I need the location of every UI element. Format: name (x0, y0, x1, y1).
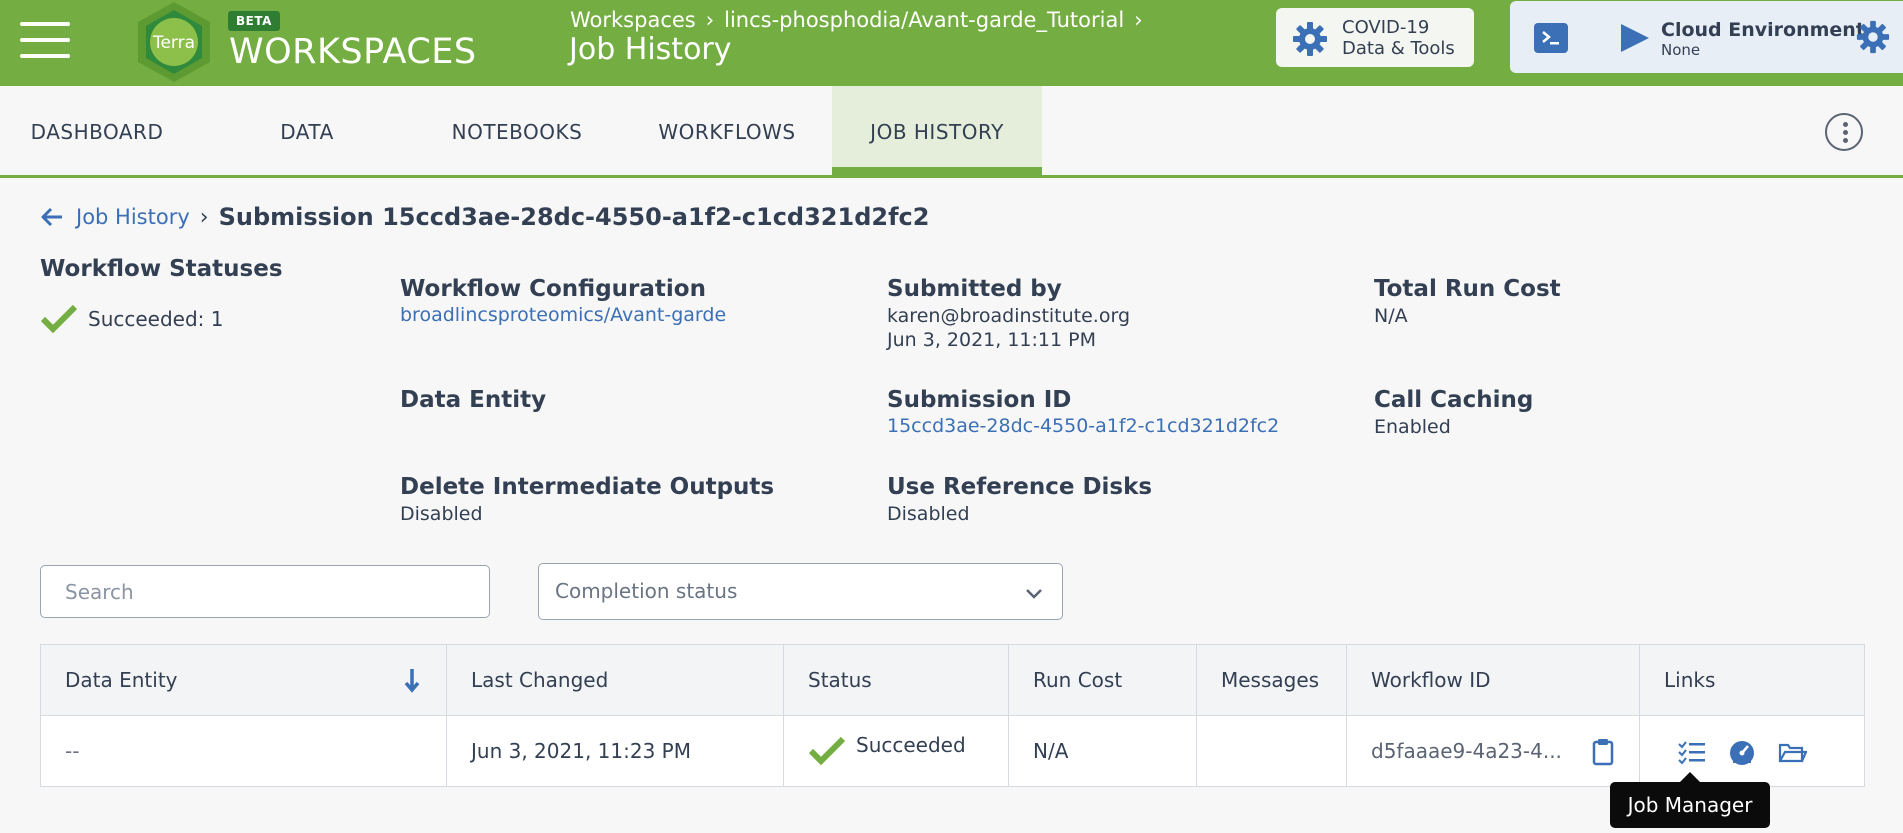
job-manager-icon[interactable] (1677, 737, 1707, 767)
column-header-run-cost[interactable]: Run Cost (1009, 645, 1122, 716)
clipboard-icon[interactable] (1588, 737, 1618, 767)
submitted-date: Jun 3, 2021, 11:11 PM (887, 329, 1096, 351)
breadcrumb-workspaces-link[interactable]: Workspaces (570, 8, 696, 32)
beta-badge: BETA (228, 11, 280, 31)
completion-status-select[interactable]: Completion status (538, 563, 1063, 620)
play-icon[interactable] (1617, 21, 1651, 55)
cell-last-changed: Jun 3, 2021, 11:23 PM (471, 739, 691, 763)
use-reference-disks-label: Use Reference Disks (887, 474, 1153, 500)
breadcrumb-chevron-icon: › (199, 204, 209, 230)
cloud-environment-status: None (1661, 41, 1701, 59)
workflows-table: Data Entity Last Changed Status Run Cost… (40, 644, 1865, 787)
job-manager-tooltip: Job Manager (1610, 772, 1770, 828)
search-input[interactable] (40, 565, 490, 618)
completion-status-placeholder: Completion status (555, 579, 738, 603)
breadcrumb-chevron-icon: › (705, 8, 715, 32)
breadcrumb: Job History › Submission 15ccd3ae-28dc-4… (40, 202, 929, 232)
submitted-by-label: Submitted by (887, 276, 1062, 302)
terminal-icon[interactable] (1534, 23, 1568, 53)
submission-id-label: Submission ID (887, 387, 1072, 413)
call-caching-label: Call Caching (1374, 387, 1534, 413)
hamburger-menu-icon[interactable] (20, 16, 70, 64)
submission-title: Submission 15ccd3ae-28dc-4550-a1f2-c1cd3… (218, 203, 930, 231)
covid-button-label: COVID-19 Data & Tools (1342, 17, 1455, 59)
column-header-links: Links (1664, 668, 1716, 692)
call-caching-value: Enabled (1374, 416, 1451, 438)
more-options-icon[interactable] (1825, 113, 1863, 151)
cloud-environment-panel: Cloud Environment None (1510, 1, 1903, 73)
column-header-last-changed[interactable]: Last Changed (447, 645, 608, 716)
tab-workflows[interactable]: WORKFLOWS (630, 86, 824, 175)
folder-open-icon[interactable] (1777, 737, 1807, 767)
top-header: Terra BETA WORKSPACES Workspaces › lincs-p… (0, 0, 1903, 86)
terra-logo[interactable]: Terra (132, 0, 216, 84)
cell-run-cost: N/A (1033, 739, 1069, 763)
total-run-cost-value: N/A (1374, 305, 1408, 327)
breadcrumb-chevron-icon: › (1134, 8, 1143, 32)
logo-text: Terra (152, 33, 195, 53)
check-icon (808, 736, 846, 766)
delete-intermediate-outputs-value: Disabled (400, 503, 483, 525)
sort-descending-icon[interactable] (403, 667, 421, 693)
data-entity-label: Data Entity (400, 387, 547, 413)
submitted-by-email: karen@broadinstitute.org (887, 305, 1131, 327)
total-run-cost-label: Total Run Cost (1374, 276, 1561, 302)
tab-notebooks[interactable]: NOTEBOOKS (420, 86, 614, 175)
covid-data-tools-button[interactable]: COVID-19 Data & Tools (1276, 8, 1474, 67)
status-text: Succeeded (856, 733, 966, 757)
succeeded-count: Succeeded: 1 (40, 304, 224, 334)
header-breadcrumb: Workspaces › lincs-phosphodia/Avant-garde_… (570, 8, 1153, 32)
column-header-messages[interactable]: Messages (1197, 645, 1319, 716)
submission-id-link[interactable]: 15ccd3ae-28dc-4550-a1f2-c1cd321d2fc2 (887, 415, 1352, 437)
back-arrow-icon[interactable] (40, 205, 64, 229)
table-header: Data Entity Last Changed Status Run Cost… (41, 645, 1864, 716)
cell-messages (1197, 716, 1221, 786)
tab-job-history[interactable]: JOB HISTORY (832, 86, 1042, 175)
settings-gear-icon[interactable] (1855, 19, 1891, 55)
workflow-configuration-link[interactable]: broadlincsproteomics/Avant-garde (400, 304, 726, 326)
breadcrumb-job-history-link[interactable]: Job History (76, 205, 190, 229)
dashboard-gauge-icon[interactable] (1727, 737, 1757, 767)
delete-intermediate-outputs-label: Delete Intermediate Outputs (400, 474, 775, 500)
cell-data-entity: -- (65, 739, 80, 763)
brand-title[interactable]: WORKSPACES (229, 32, 477, 72)
gear-icon (1293, 22, 1327, 56)
workflow-statuses-heading: Workflow Statuses (40, 256, 283, 282)
use-reference-disks-value: Disabled (887, 503, 970, 525)
workflow-configuration-label: Workflow Configuration (400, 276, 706, 302)
column-header-data-entity[interactable]: Data Entity (41, 645, 178, 716)
cell-workflow-id: d5faaae9-4a23-4... (1371, 739, 1562, 763)
column-header-workflow-id[interactable]: Workflow ID (1347, 645, 1491, 716)
workspace-tab-bar: DASHBOARD DATA NOTEBOOKS WORKFLOWS JOB H… (0, 86, 1903, 178)
cloud-environment-title[interactable]: Cloud Environment (1661, 19, 1865, 41)
breadcrumb-workspace-link[interactable]: lincs-phosphodia/Avant-garde_Tutorial (724, 8, 1124, 32)
tab-data[interactable]: DATA (240, 86, 374, 175)
page-title: Job History (569, 32, 732, 67)
chevron-down-icon (1026, 589, 1042, 599)
column-header-status[interactable]: Status (784, 645, 872, 716)
tab-dashboard[interactable]: DASHBOARD (0, 86, 194, 175)
check-icon (40, 304, 78, 334)
cell-status: Succeeded (784, 716, 966, 786)
